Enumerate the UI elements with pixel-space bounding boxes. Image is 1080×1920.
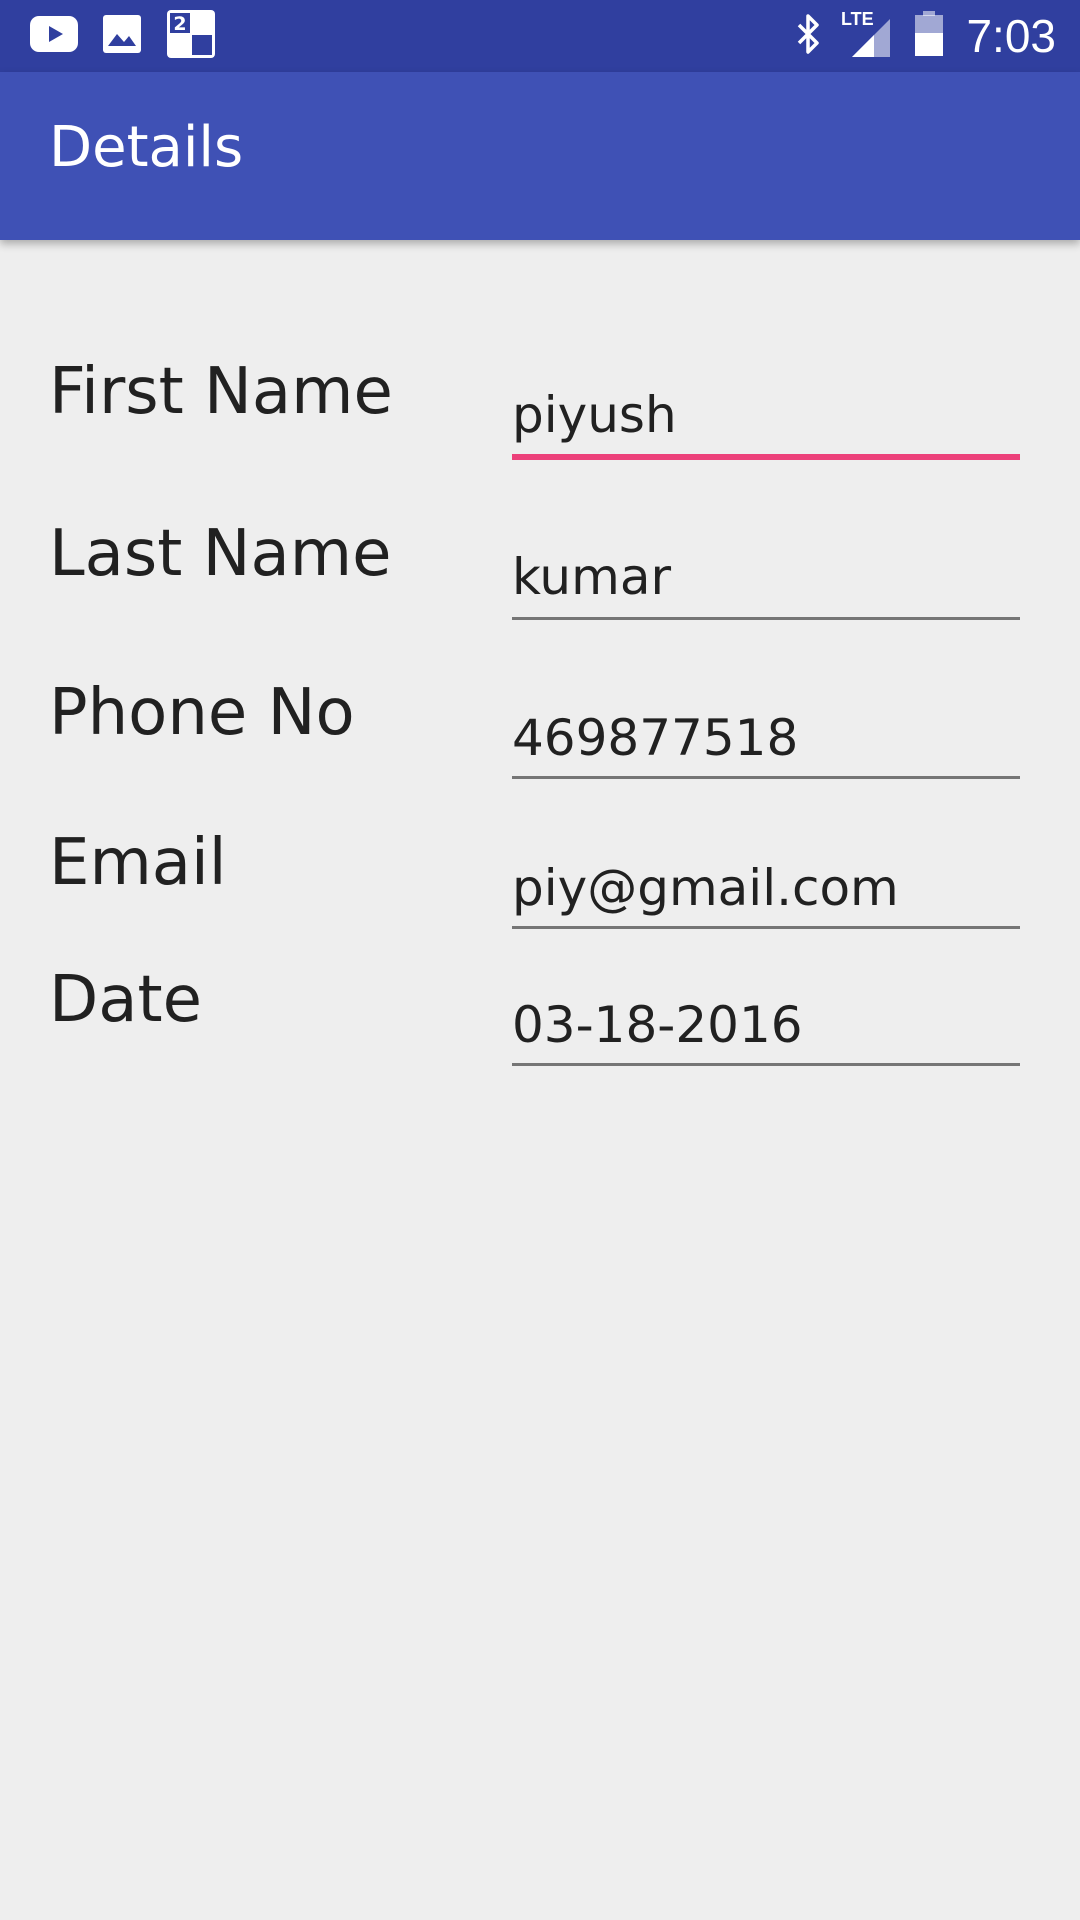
last-name-label: Last Name <box>49 517 392 591</box>
app-bar: Details <box>0 72 1080 240</box>
gallery-icon <box>102 14 142 58</box>
notification-app-icon: 2 <box>166 9 216 63</box>
page-title: Details <box>49 115 244 180</box>
youtube-icon <box>30 16 78 56</box>
phone-label: Phone No <box>49 676 355 750</box>
status-bar: 2 LTE 7:03 <box>0 0 1080 72</box>
email-underline <box>512 926 1020 929</box>
phone-underline <box>512 776 1020 779</box>
first-name-input[interactable]: piyush <box>512 390 1020 440</box>
network-label: LTE <box>841 9 874 29</box>
last-name-input[interactable]: kumar <box>512 552 1020 602</box>
battery-icon <box>914 11 944 61</box>
date-label: Date <box>49 963 202 1037</box>
status-time: 7:03 <box>966 10 1056 62</box>
date-underline <box>512 1063 1020 1066</box>
notification-badge: 2 <box>173 13 186 35</box>
date-input[interactable]: 03-18-2016 <box>512 1000 1020 1050</box>
notification-icons: 2 <box>30 9 240 63</box>
first-name-underline <box>512 454 1020 460</box>
first-name-label: First Name <box>49 355 393 429</box>
phone-input[interactable]: 469877518 <box>512 713 1020 763</box>
email-label: Email <box>49 826 227 900</box>
bluetooth-icon <box>796 13 822 59</box>
email-input[interactable]: piy@gmail.com <box>512 863 1020 913</box>
system-icons: LTE 7:03 <box>778 0 1056 72</box>
signal-icon: LTE <box>840 9 896 63</box>
last-name-underline <box>512 617 1020 620</box>
